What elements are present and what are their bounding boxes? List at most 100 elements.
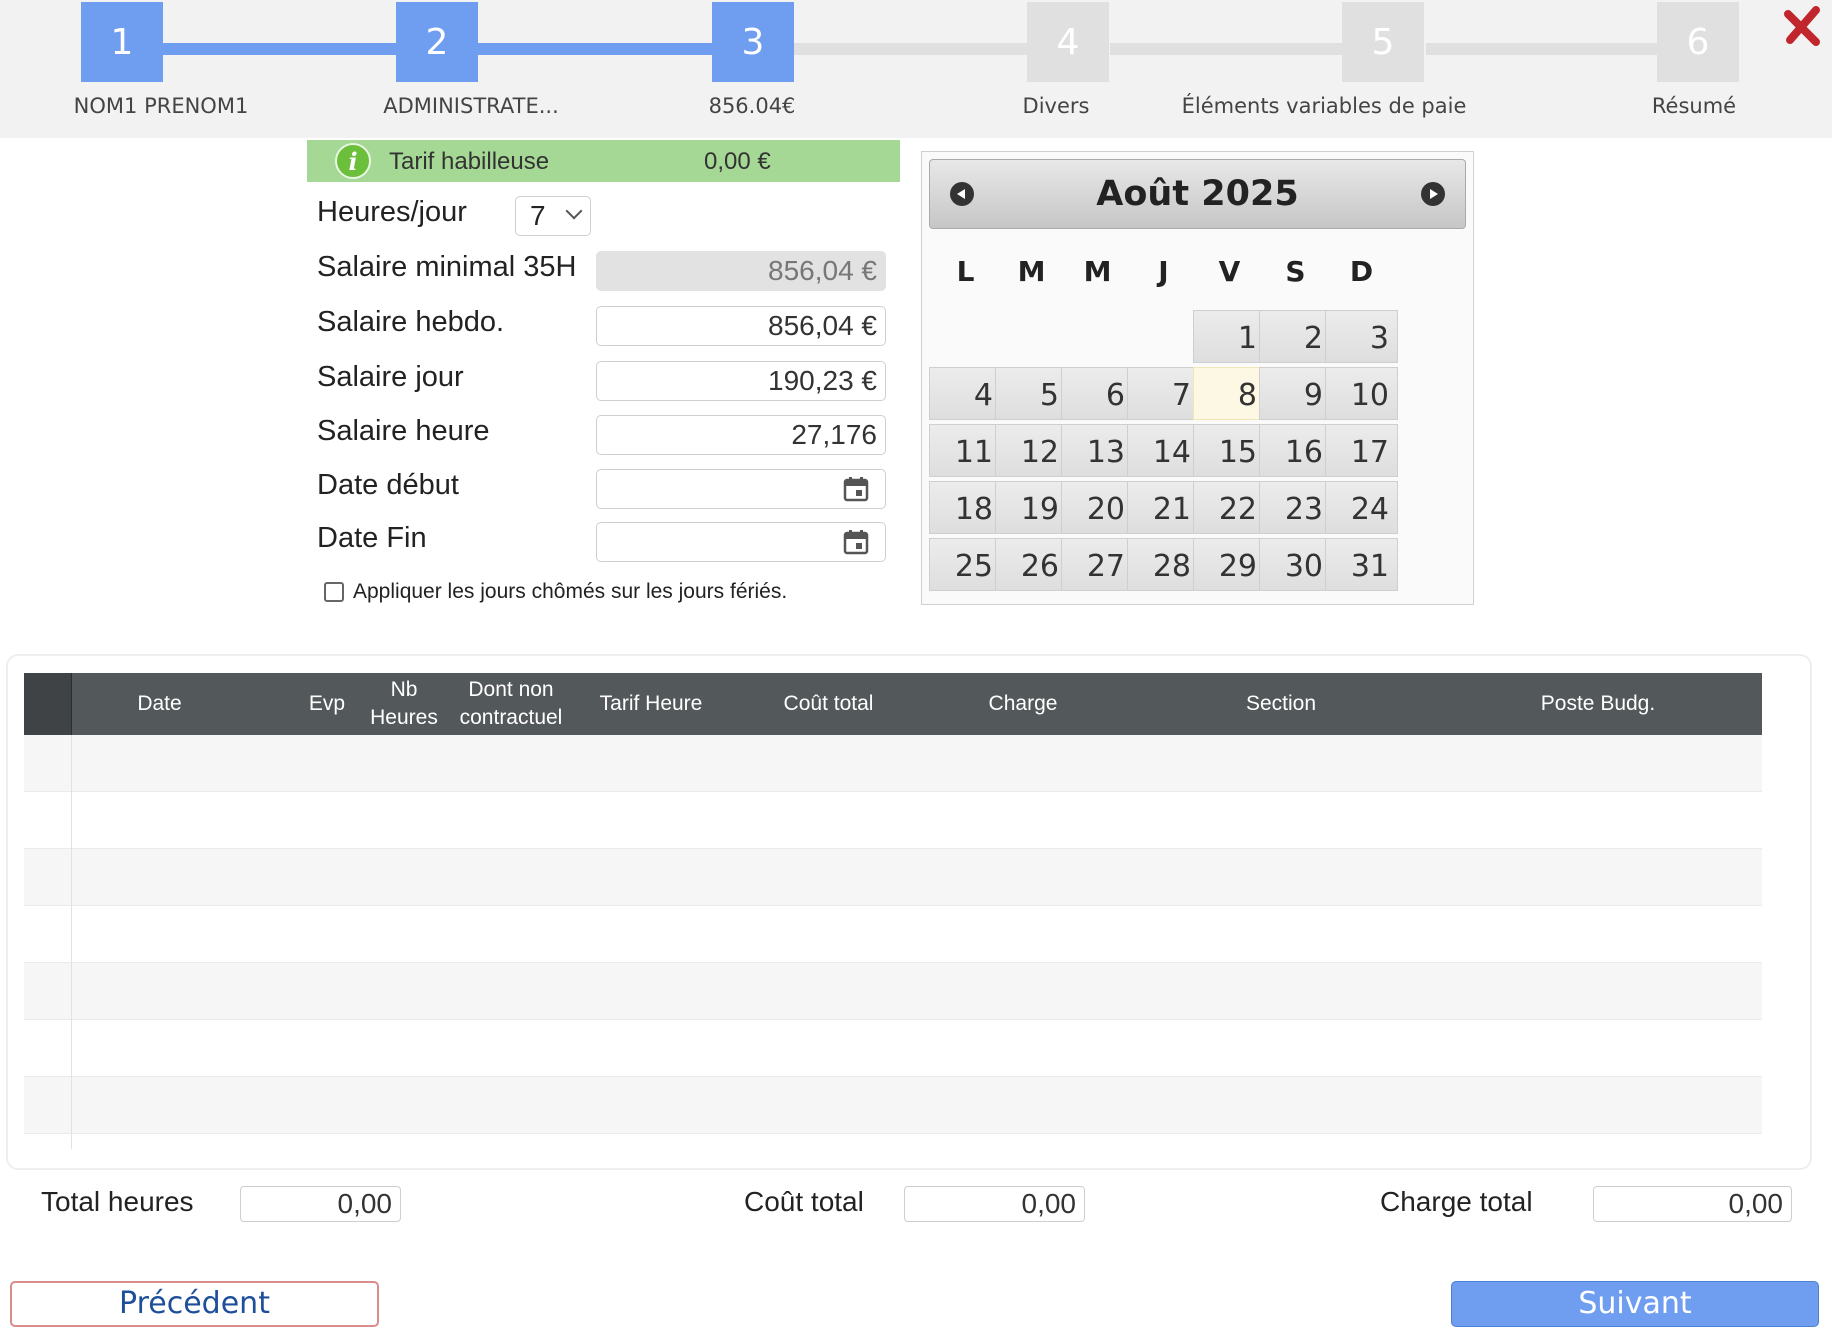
calendar-day-2[interactable]: 2 <box>1259 310 1332 363</box>
calendar-day-1[interactable]: 1 <box>1193 310 1266 363</box>
step-connector-1-2 <box>162 43 396 55</box>
step-3-button[interactable]: 3 <box>712 2 794 82</box>
calendar-header: Août 2025 <box>929 159 1466 229</box>
calendar-day-11[interactable]: 11 <box>929 424 1002 477</box>
heures-jour-label: Heures/jour <box>317 196 467 228</box>
calendar-day-14[interactable]: 14 <box>1127 424 1200 477</box>
step-6-button[interactable]: 6 <box>1657 2 1739 82</box>
salaire-jour-field[interactable]: 190,23 € <box>596 361 886 401</box>
salaire-heure-field[interactable]: 27,176 <box>596 415 886 455</box>
step-6-label: Résumé <box>1651 94 1737 118</box>
calendar-day-17[interactable]: 17 <box>1325 424 1398 477</box>
next-month-icon[interactable] <box>1421 182 1445 206</box>
column-header-dont-non-contractuel[interactable]: Dont non contractuel <box>446 673 576 735</box>
salaire-hebdo-label: Salaire hebdo. <box>317 306 505 338</box>
calendar-icon[interactable] <box>843 476 869 502</box>
date-debut-label: Date début <box>317 469 459 501</box>
date-fin-field[interactable] <box>596 522 886 562</box>
info-icon: i <box>335 143 371 179</box>
table-row[interactable] <box>24 906 1762 963</box>
step-5-label: Éléments variables de paie <box>1181 94 1467 118</box>
heures-jour-value: 7 <box>530 200 546 231</box>
weekday-header: D <box>1349 255 1374 288</box>
column-header-date[interactable]: Date <box>72 673 247 735</box>
calendar-day-23[interactable]: 23 <box>1259 481 1332 534</box>
salaire-heure-label: Salaire heure <box>317 415 490 447</box>
table-row[interactable] <box>24 735 1762 792</box>
table-row[interactable] <box>24 1077 1762 1134</box>
column-header-cout-total[interactable]: Coût total <box>736 673 921 735</box>
calendar-day-27[interactable]: 27 <box>1061 538 1134 591</box>
calendar-day-13[interactable]: 13 <box>1061 424 1134 477</box>
total-heures-label: Total heures <box>41 1186 194 1217</box>
step-4-button[interactable]: 4 <box>1027 2 1109 82</box>
calendar-day-15[interactable]: 15 <box>1193 424 1266 477</box>
calendar-widget: Août 2025 L M M J V S D 1 2 3 4 5 6 7 8 9 10 11 12 13 14 15 16… <box>921 151 1474 605</box>
calendar-day-18[interactable]: 18 <box>929 481 1002 534</box>
step-connector-3-4 <box>794 43 1028 55</box>
tarif-info-bar: i Tarif habilleuse 0,00 € <box>307 140 900 182</box>
salaire-jour-label: Salaire jour <box>317 361 464 393</box>
wizard-stepper: 1 2 3 4 5 6 NOM1 PRENOM1 ADMINISTRATE...… <box>0 0 1832 138</box>
precedent-button[interactable]: Précédent <box>10 1281 379 1327</box>
step-3-label: 856.04€ <box>708 94 796 118</box>
calendar-day-29[interactable]: 29 <box>1193 538 1266 591</box>
column-header-section[interactable]: Section <box>1131 673 1431 735</box>
total-heures-field: 0,00 <box>240 1186 401 1222</box>
table-row[interactable] <box>24 1020 1762 1077</box>
calendar-day-16[interactable]: 16 <box>1259 424 1332 477</box>
calendar-day-25[interactable]: 25 <box>929 538 1002 591</box>
calendar-day-26[interactable]: 26 <box>995 538 1068 591</box>
suivant-button[interactable]: Suivant <box>1451 1281 1819 1327</box>
calendar-day-28[interactable]: 28 <box>1127 538 1200 591</box>
table-row[interactable] <box>24 963 1762 1020</box>
calendar-day-21[interactable]: 21 <box>1127 481 1200 534</box>
table-column-divider <box>71 735 72 1149</box>
calendar-day-3[interactable]: 3 <box>1325 310 1398 363</box>
calendar-day-24[interactable]: 24 <box>1325 481 1398 534</box>
calendar-day-5[interactable]: 5 <box>995 367 1068 420</box>
table-row[interactable] <box>24 849 1762 906</box>
date-debut-field[interactable] <box>596 469 886 509</box>
table-header-corner <box>24 673 72 735</box>
date-fin-label: Date Fin <box>317 522 427 554</box>
charge-total-label: Charge total <box>1380 1186 1533 1217</box>
calendar-day-10[interactable]: 10 <box>1325 367 1398 420</box>
step-1-label: NOM1 PRENOM1 <box>73 94 249 118</box>
column-header-poste-budg[interactable]: Poste Budg. <box>1448 673 1748 735</box>
calendar-month-title: Août 2025 <box>1096 174 1299 214</box>
cout-total-field: 0,00 <box>904 1186 1085 1222</box>
calendar-day-22[interactable]: 22 <box>1193 481 1266 534</box>
jours-chomes-checkbox[interactable] <box>324 582 344 602</box>
calendar-day-4[interactable]: 4 <box>929 367 1002 420</box>
column-header-evp[interactable]: Evp <box>292 673 362 735</box>
salaire-minimal-label: Salaire minimal 35H <box>317 251 577 283</box>
calendar-day-20[interactable]: 20 <box>1061 481 1134 534</box>
step-5-button[interactable]: 5 <box>1342 2 1424 82</box>
calendar-day-6[interactable]: 6 <box>1061 367 1134 420</box>
step-connector-2-3 <box>478 43 712 55</box>
column-header-tarif-heure[interactable]: Tarif Heure <box>576 673 726 735</box>
calendar-day-31[interactable]: 31 <box>1325 538 1398 591</box>
calendar-day-19[interactable]: 19 <box>995 481 1068 534</box>
close-x-icon[interactable] <box>1782 4 1826 48</box>
calendar-icon[interactable] <box>843 529 869 555</box>
step-2-label: ADMINISTRATE... <box>383 94 559 118</box>
salaire-hebdo-field[interactable]: 856,04 € <box>596 306 886 346</box>
charge-total-field: 0,00 <box>1593 1186 1792 1222</box>
column-header-charge[interactable]: Charge <box>923 673 1123 735</box>
tarif-value: 0,00 € <box>704 148 771 175</box>
heures-jour-select[interactable]: 7 <box>515 196 591 236</box>
calendar-day-30[interactable]: 30 <box>1259 538 1332 591</box>
calendar-day-12[interactable]: 12 <box>995 424 1068 477</box>
step-2-button[interactable]: 2 <box>396 2 478 82</box>
table-row[interactable] <box>24 792 1762 849</box>
salaire-minimal-field: 856,04 € <box>596 251 886 291</box>
calendar-day-8[interactable]: 8 <box>1193 367 1266 420</box>
calendar-day-9[interactable]: 9 <box>1259 367 1332 420</box>
column-header-nb-heures[interactable]: Nb Heures <box>362 673 446 735</box>
calendar-day-7[interactable]: 7 <box>1127 367 1200 420</box>
chevron-down-icon <box>565 202 583 220</box>
step-1-button[interactable]: 1 <box>81 2 163 82</box>
jours-chomes-label: Appliquer les jours chômés sur les jours… <box>353 580 788 603</box>
